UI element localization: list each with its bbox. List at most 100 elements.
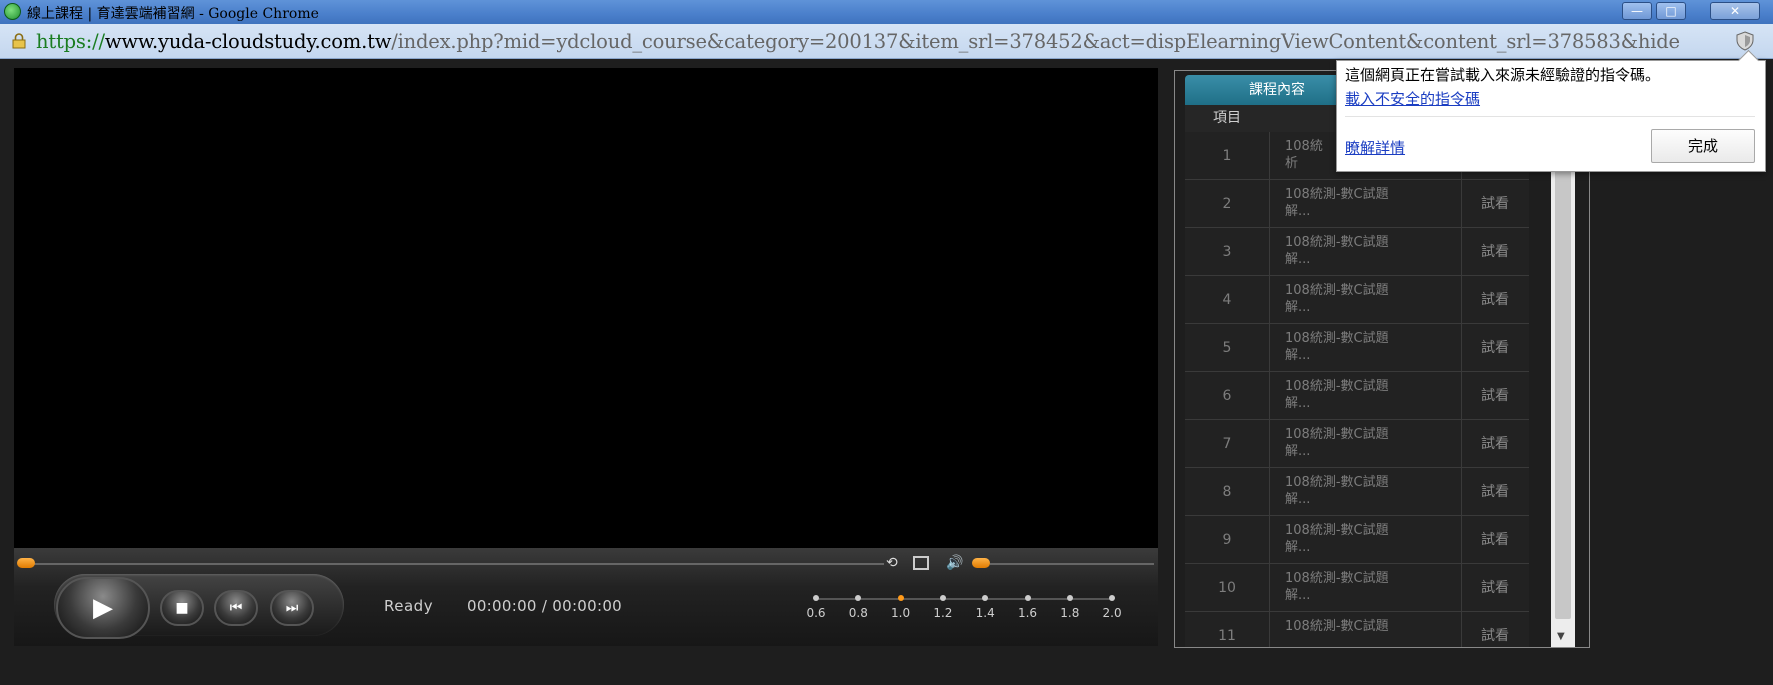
done-button[interactable]: 完成 [1651, 129, 1755, 163]
popup-message: 這個網頁正在嘗試載入來源未經驗證的指令碼。 [1345, 66, 1661, 84]
row-index: 4 [1222, 292, 1232, 308]
speed-option-dot[interactable] [1066, 595, 1073, 601]
speed-option-label[interactable]: 0.8 [840, 606, 876, 620]
row-title[interactable]: 108統測-數C試題 解... [1285, 570, 1435, 604]
preview-button[interactable]: 試看 [1461, 564, 1529, 612]
row-title[interactable]: 108統測-數C試題 解... [1285, 474, 1435, 508]
row-divider [1269, 516, 1270, 564]
preview-button[interactable]: 試看 [1461, 372, 1529, 420]
preview-button[interactable]: 試看 [1461, 468, 1529, 516]
speed-option-label[interactable]: 1.4 [967, 606, 1003, 620]
tab-course-content-label: 課程內容 [1249, 82, 1305, 98]
seek-bar[interactable] [24, 563, 884, 565]
row-index: 2 [1222, 196, 1232, 212]
url-text[interactable]: https://www.yuda-cloudstudy.com.tw/index… [36, 30, 1680, 53]
column-item: 項目 [1213, 110, 1241, 126]
speed-option-label[interactable]: 1.0 [883, 606, 919, 620]
row-title-line2: 解... [1285, 444, 1311, 459]
minimize-button[interactable]: — [1622, 2, 1652, 20]
lock-icon [12, 33, 26, 49]
play-button[interactable]: ▶ [56, 577, 150, 639]
row-title-line2: 解... [1285, 540, 1311, 555]
row-index: 10 [1218, 580, 1236, 596]
table-row[interactable]: 10 108統測-數C試題 解... 試看 [1185, 564, 1529, 612]
row-divider [1269, 468, 1270, 516]
row-title[interactable]: 108統測-數C試題 解... [1285, 426, 1435, 460]
row-title[interactable]: 108統測-數C試題 解... [1285, 234, 1435, 268]
row-divider [1269, 132, 1270, 180]
maximize-button[interactable]: □ [1656, 2, 1686, 20]
preview-button[interactable]: 試看 [1461, 228, 1529, 276]
fullscreen-icon[interactable] [913, 556, 929, 570]
table-row[interactable]: 4 108統測-數C試題 解... 試看 [1185, 276, 1529, 324]
row-title-line1: 108統測-數C試題 [1285, 283, 1389, 298]
url-host: www.yuda-cloudstudy.com.tw [104, 30, 392, 53]
preview-button[interactable]: 試看 [1461, 276, 1529, 324]
speed-option-label[interactable]: 0.6 [798, 606, 834, 620]
previous-button[interactable]: ⏮ [214, 590, 258, 626]
volume-slider[interactable] [990, 563, 1154, 565]
row-index: 1 [1222, 148, 1232, 164]
url-path: /index.php?mid=ydcloud_course&category=2… [391, 30, 1680, 53]
row-divider [1269, 564, 1270, 612]
row-index: 3 [1222, 244, 1232, 260]
preview-button[interactable]: 試看 [1461, 180, 1529, 228]
load-unsafe-script-link[interactable]: 載入不安全的指令碼 [1345, 88, 1480, 109]
row-title[interactable]: 108統測-數C試題 解... [1285, 330, 1435, 364]
address-bar[interactable]: https://www.yuda-cloudstudy.com.tw/index… [0, 24, 1773, 59]
row-title-line1: 108統測-數C試題 [1285, 619, 1389, 634]
learn-more-link[interactable]: 瞭解詳情 [1345, 137, 1405, 158]
speed-option-label[interactable]: 1.8 [1052, 606, 1088, 620]
shield-icon[interactable] [1735, 31, 1755, 51]
table-row[interactable]: 6 108統測-數C試題 解... 試看 [1185, 372, 1529, 420]
speed-option-dot[interactable] [939, 595, 946, 601]
speed-option-dot[interactable] [813, 595, 819, 601]
table-row[interactable]: 7 108統測-數C試題 解... 試看 [1185, 420, 1529, 468]
speed-option-dot[interactable] [1024, 595, 1031, 601]
row-title-line2: 析 [1285, 156, 1299, 171]
table-row[interactable]: 8 108統測-數C試題 解... 試看 [1185, 468, 1529, 516]
row-divider [1269, 420, 1270, 468]
preview-button[interactable]: 試看 [1461, 612, 1529, 647]
speed-option-label[interactable]: 1.6 [1010, 606, 1046, 620]
app-icon [4, 3, 21, 20]
row-title[interactable]: 108統測-數C試題 解... [1285, 378, 1435, 412]
row-index: 7 [1222, 436, 1232, 452]
scroll-down-arrow-icon[interactable]: ▼ [1557, 631, 1565, 642]
url-scheme: https:// [36, 30, 105, 53]
row-title[interactable]: 108統測-數C試題 解... [1285, 522, 1435, 556]
table-row[interactable]: 3 108統測-數C試題 解... 試看 [1185, 228, 1529, 276]
table-row[interactable]: 5 108統測-數C試題 解... 試看 [1185, 324, 1529, 372]
seek-thumb[interactable] [17, 558, 35, 568]
preview-button[interactable]: 試看 [1461, 420, 1529, 468]
row-title-line2: 解... [1285, 204, 1311, 219]
next-button[interactable]: ⏭ [270, 590, 314, 626]
row-title[interactable]: 108統測-數C試題 解... [1285, 282, 1435, 316]
volume-thumb[interactable] [972, 558, 990, 568]
row-divider [1269, 612, 1270, 647]
repeat-icon[interactable]: ⟲ [886, 555, 898, 571]
preview-button[interactable]: 試看 [1461, 516, 1529, 564]
row-index: 8 [1222, 484, 1232, 500]
row-title-line1: 108統測-數C試題 [1285, 427, 1389, 442]
speed-option-dot[interactable] [897, 595, 904, 601]
stop-button[interactable]: ■ [160, 590, 204, 626]
speed-option-label[interactable]: 1.2 [925, 606, 961, 620]
row-title-line1: 108統測-數C試題 [1285, 523, 1389, 538]
player-status: Ready [384, 597, 434, 615]
video-canvas[interactable] [14, 68, 1158, 548]
row-title[interactable]: 108統測-數C試題 [1285, 618, 1435, 635]
row-title[interactable]: 108統測-數C試題 解... [1285, 186, 1435, 220]
preview-button[interactable]: 試看 [1461, 324, 1529, 372]
close-button[interactable]: ✕ [1710, 2, 1760, 20]
table-row[interactable]: 2 108統測-數C試題 解... 試看 [1185, 180, 1529, 228]
row-title-line1: 108統測-數C試題 [1285, 235, 1389, 250]
volume-icon[interactable]: 🔊 [946, 555, 963, 571]
table-row[interactable]: 11 108統測-數C試題 試看 [1185, 612, 1529, 647]
row-divider [1269, 228, 1270, 276]
row-title-line1: 108統測-數C試題 [1285, 475, 1389, 490]
table-row[interactable]: 9 108統測-數C試題 解... 試看 [1185, 516, 1529, 564]
row-title-line2: 解... [1285, 252, 1311, 267]
row-divider [1269, 180, 1270, 228]
speed-option-label[interactable]: 2.0 [1094, 606, 1130, 620]
